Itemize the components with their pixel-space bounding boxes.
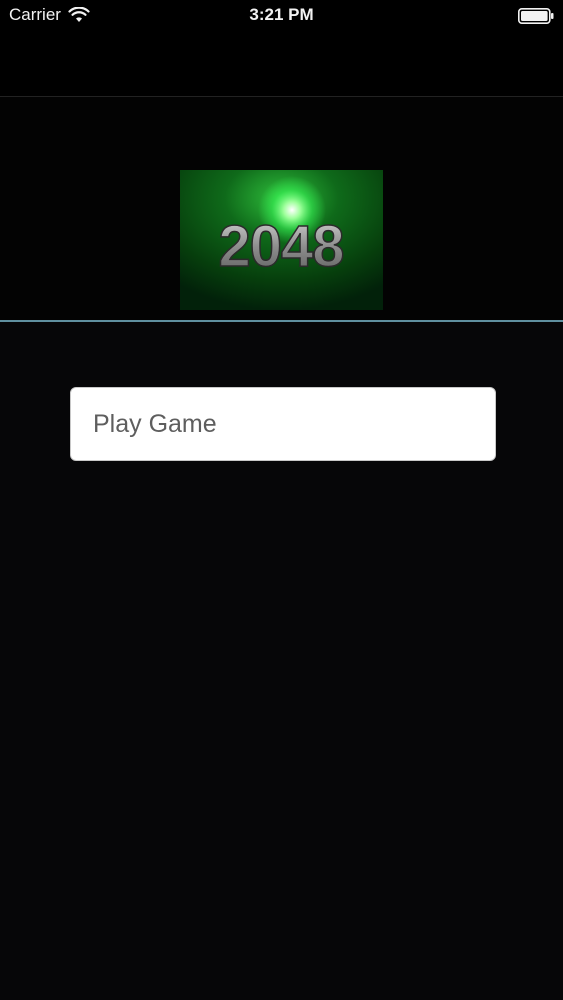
battery-icon <box>518 8 554 24</box>
logo-text: 2048 <box>218 214 343 279</box>
play-game-button[interactable]: Play Game <box>70 387 496 461</box>
game-logo: 2048 <box>180 170 383 310</box>
play-game-label: Play Game <box>93 410 217 438</box>
status-bar: Carrier 3:21 PM <box>0 0 563 32</box>
navigation-bar <box>0 32 563 97</box>
status-time: 3:21 PM <box>249 5 314 24</box>
